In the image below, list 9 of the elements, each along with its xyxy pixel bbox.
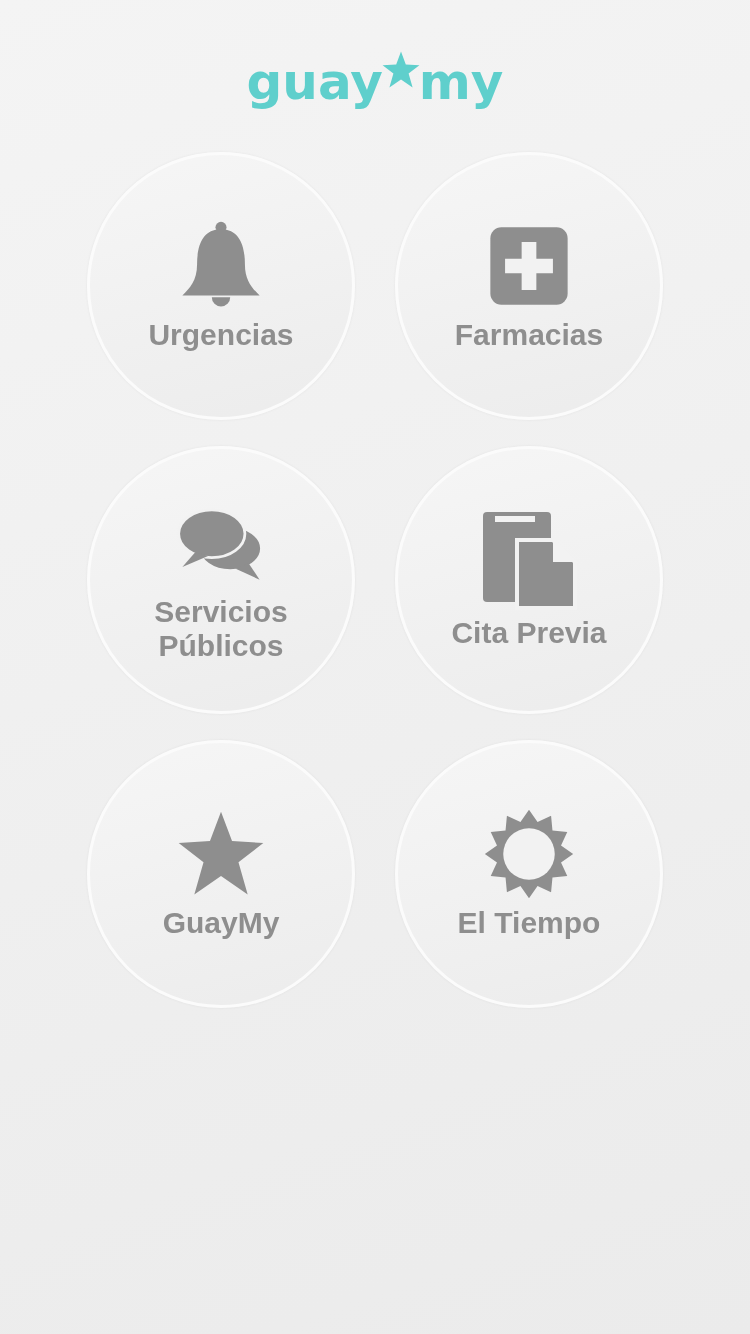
menu-tile[interactable]: Cita Previa — [395, 446, 663, 714]
logo-text: my — [418, 57, 504, 107]
menu-tile[interactable]: El Tiempo — [395, 740, 663, 1008]
menu-tile[interactable]: GuayMy — [87, 740, 355, 1008]
logo-text: guay — [246, 57, 383, 107]
star-icon — [380, 50, 421, 90]
menu-tile[interactable]: Farmacias — [395, 152, 663, 420]
menu-tile[interactable]: Urgencias — [87, 152, 355, 420]
menu-tile[interactable]: Servicios Públicos — [87, 446, 355, 714]
